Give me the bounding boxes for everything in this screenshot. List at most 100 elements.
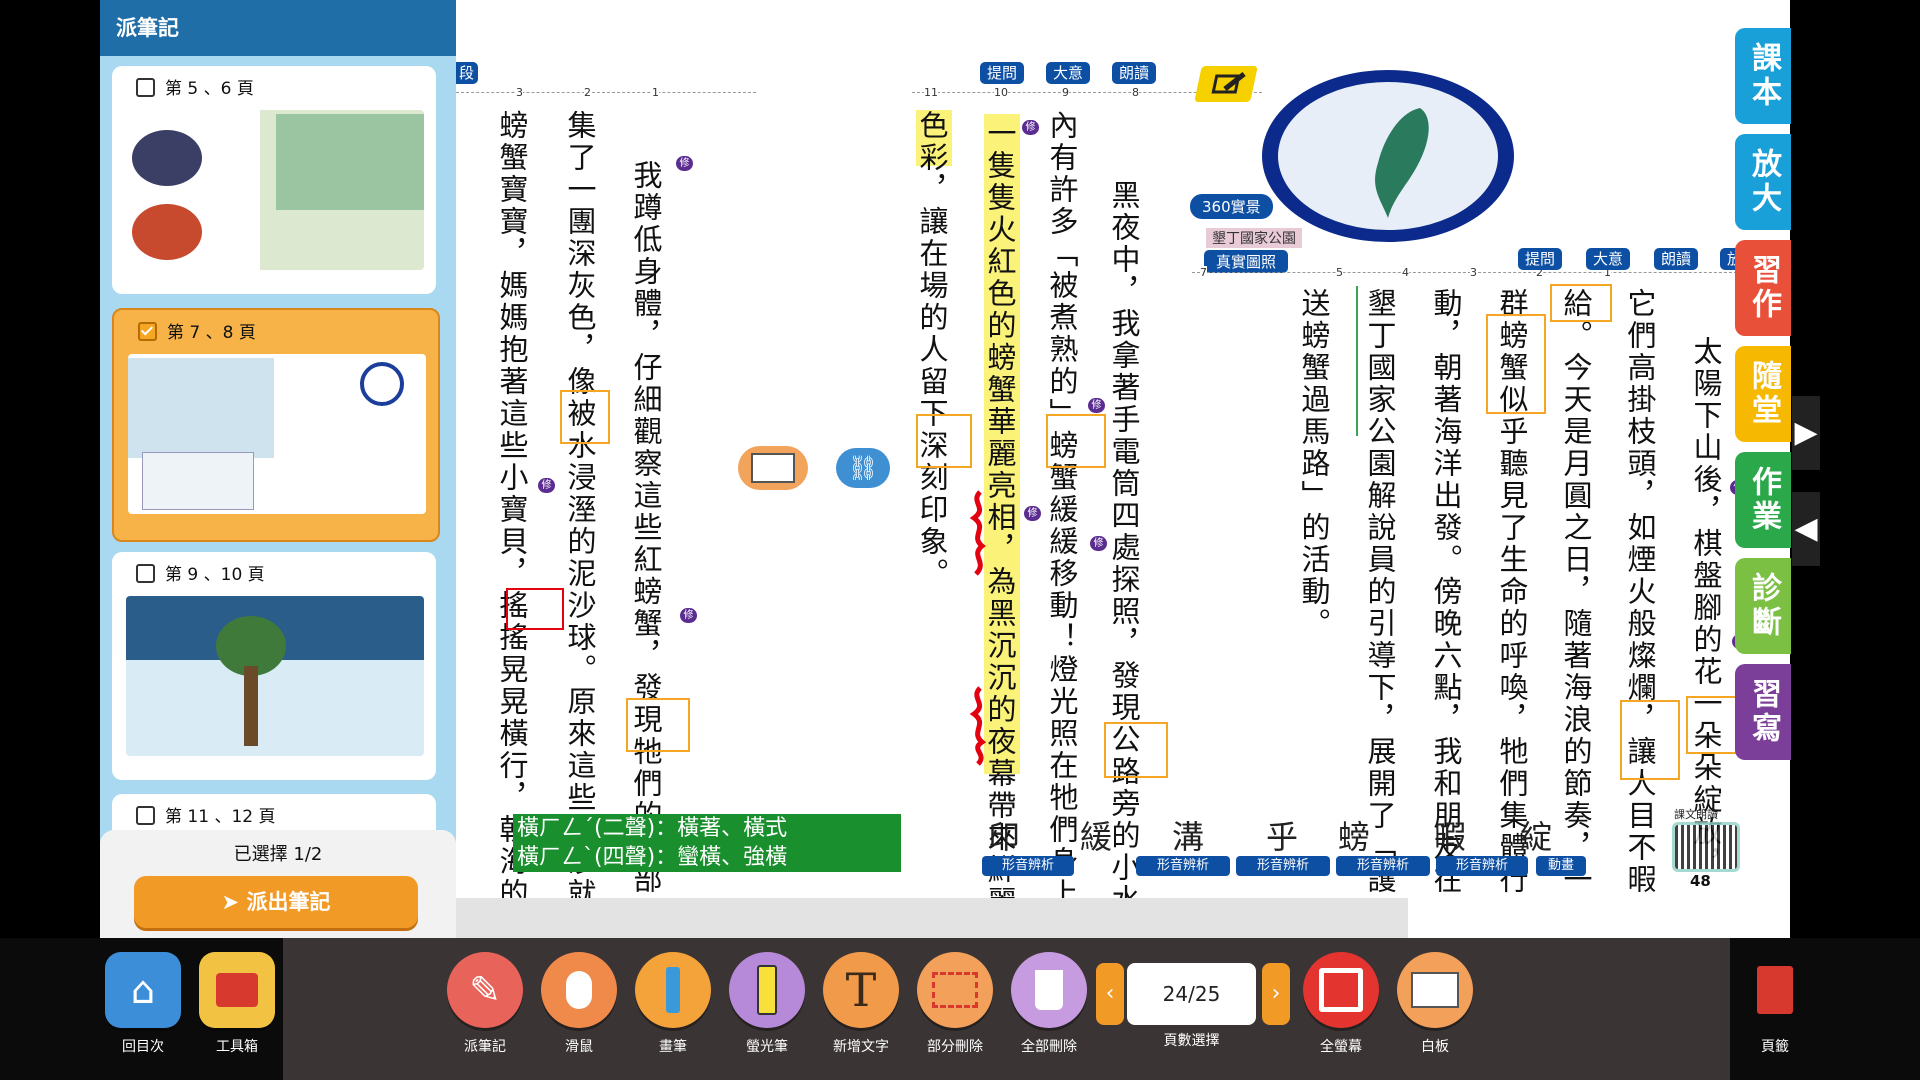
card-label[interactable]: 第 11 、12 頁 <box>136 802 275 827</box>
next-page-arrow-icon[interactable]: ▶ <box>1792 396 1820 470</box>
page-thumbnail[interactable] <box>126 596 424 756</box>
page-scrollbar[interactable] <box>456 898 1408 938</box>
summary-button[interactable]: 大意 <box>1586 248 1631 270</box>
card-label-text: 第 5 、6 頁 <box>165 79 254 99</box>
pen-tool[interactable]: 畫筆 <box>634 952 712 1056</box>
whiteboard-icon[interactable] <box>738 446 808 490</box>
tab-quiz[interactable]: 隨堂 <box>1735 346 1791 442</box>
partial-erase-tool[interactable]: 部分刪除 <box>916 952 994 1056</box>
send-note-tool[interactable]: ✎ 派筆記 <box>446 952 524 1056</box>
glyph-analysis-button[interactable]: 形音辨析 <box>1336 856 1430 876</box>
prev-page-arrow-icon[interactable]: ◀ <box>1792 492 1820 566</box>
glyph-analysis-button[interactable]: 形音辨析 <box>1236 856 1330 876</box>
annotation-mark[interactable]: 修 <box>676 156 693 171</box>
glyph-word[interactable]: 印 <box>988 812 1020 858</box>
ruler-num: 3 <box>516 86 523 99</box>
taiwan-map-illustration[interactable] <box>1260 68 1520 248</box>
glyph-word[interactable]: 綻 <box>1520 812 1552 858</box>
tool-label: 新增文字 <box>833 1039 889 1055</box>
send-note-button[interactable]: ➤ 派出筆記 <box>134 876 418 928</box>
vr-360-button[interactable]: 360實景 <box>1190 194 1273 219</box>
fullscreen-button[interactable]: 全螢幕 <box>1302 952 1380 1056</box>
send-icon: ➤ <box>221 890 247 914</box>
annotation-mark[interactable]: 修 <box>1090 536 1107 551</box>
glyph-word[interactable]: 暇 <box>1434 812 1466 858</box>
card-label[interactable]: 第 7 、8 頁 <box>138 318 256 343</box>
page-thumbnail[interactable] <box>128 354 426 514</box>
text-column: 我蹲低身體，仔細觀察這些紅螃蟹，發現牠們的腹部聚 <box>629 160 663 928</box>
edit-note-icon[interactable] <box>1194 66 1258 102</box>
text-column: 給。今天是月圓之日，隨著海浪的節奏，一 <box>1559 288 1593 896</box>
question-button[interactable]: 提問 <box>1518 248 1563 270</box>
question-button[interactable]: 提問 <box>980 62 1025 84</box>
annotation-mark[interactable]: 修 <box>680 608 697 623</box>
toolbox-button[interactable]: 工具箱 <box>198 952 276 1056</box>
vocab-box[interactable] <box>1550 284 1612 322</box>
tool-label: 派筆記 <box>464 1039 506 1055</box>
glyph-analysis-button[interactable]: 形音辨析 <box>1436 856 1528 876</box>
glyph-word[interactable]: 緩 <box>1080 812 1112 858</box>
ruler-num: 10 <box>994 86 1008 99</box>
annotation-mark[interactable]: 修 <box>1024 506 1041 521</box>
text-column: 色彩，讓在場的人留下深刻印象。 <box>915 110 949 590</box>
ruler-num: 9 <box>1062 86 1069 99</box>
page-card[interactable]: 第 9 、10 頁 <box>112 552 436 780</box>
page-thumbnail[interactable] <box>126 110 424 270</box>
annotation-mark[interactable]: 修 <box>1088 398 1105 413</box>
whiteboard-button[interactable]: 白板 <box>1396 952 1474 1056</box>
paragraph-tag[interactable]: 段 <box>455 62 479 84</box>
bookmark-button[interactable]: 頁籤 <box>1736 952 1814 1056</box>
checkbox[interactable] <box>136 564 155 583</box>
clear-all-tool[interactable]: 全部刪除 <box>1010 952 1088 1056</box>
tab-homework[interactable]: 作業 <box>1735 452 1791 548</box>
tab-textbook[interactable]: 課本 <box>1735 28 1791 124</box>
note-sidebar: 派筆記 第 5 、6 頁 第 7 、8 頁 第 9 、10 頁 第 11 、12… <box>100 0 456 938</box>
eraser-icon <box>917 952 993 1028</box>
animation-button[interactable]: 動畫 <box>1536 856 1586 876</box>
page-prev-button[interactable]: ‹ <box>1096 963 1124 1025</box>
checkbox[interactable] <box>136 78 155 97</box>
vocab-box[interactable] <box>1486 314 1546 414</box>
text-column: 墾丁國家公園解說員的引導下，展開了「護 <box>1363 288 1397 896</box>
highlighter-icon <box>729 952 805 1028</box>
card-label[interactable]: 第 9 、10 頁 <box>136 560 265 585</box>
vocab-box[interactable] <box>560 390 610 444</box>
read-aloud-button[interactable]: 朗讀 <box>1654 248 1699 270</box>
highlighter-tool[interactable]: 螢光筆 <box>728 952 806 1056</box>
home-button[interactable]: ⌂ 回目次 <box>104 952 182 1056</box>
glyph-analysis-button[interactable]: 形音辨析 <box>982 856 1074 876</box>
annotation-mark[interactable]: 修 <box>538 478 555 493</box>
add-text-tool[interactable]: T 新增文字 <box>822 952 900 1056</box>
tab-zoom[interactable]: 放大 <box>1735 134 1791 230</box>
sidebar-title: 派筆記 <box>100 0 456 56</box>
vocab-box[interactable] <box>916 414 972 468</box>
tab-handwriting[interactable]: 習寫 <box>1735 664 1791 760</box>
real-photo-button[interactable]: 真實圖照 <box>1204 250 1289 273</box>
summary-button[interactable]: 大意 <box>1046 62 1091 84</box>
vocab-box[interactable] <box>1620 700 1680 780</box>
annotation-mark[interactable]: 修 <box>1022 120 1039 135</box>
page-selector[interactable]: 24/25 <box>1127 963 1256 1025</box>
ruler-num: 5 <box>1336 266 1343 279</box>
glyph-word[interactable]: 螃 <box>1338 812 1370 858</box>
vocab-box[interactable] <box>626 698 690 752</box>
glyph-word[interactable]: 乎 <box>1266 812 1298 858</box>
tab-diagnosis[interactable]: 診斷 <box>1735 558 1791 654</box>
tab-workbook[interactable]: 習作 <box>1735 240 1791 336</box>
checkbox-checked[interactable] <box>138 322 157 341</box>
qr-code-icon[interactable] <box>1672 822 1740 872</box>
glyph-word[interactable]: 溝 <box>1172 812 1204 858</box>
page-card[interactable]: 第 5 、6 頁 <box>112 66 436 294</box>
mouse-tool[interactable]: 滑鼠 <box>540 952 618 1056</box>
card-label[interactable]: 第 5 、6 頁 <box>136 74 254 99</box>
page-card-selected[interactable]: 第 7 、8 頁 <box>112 308 440 542</box>
vocab-box[interactable] <box>1046 414 1106 468</box>
page-next-button[interactable]: › <box>1262 963 1290 1025</box>
link-icon[interactable]: ⛓ <box>836 448 890 488</box>
ruler-num: 11 <box>924 86 938 99</box>
read-aloud-button[interactable]: 朗讀 <box>1112 62 1157 84</box>
ruler-num: 1 <box>652 86 659 99</box>
glyph-analysis-button[interactable]: 形音辨析 <box>1136 856 1230 876</box>
vocab-box[interactable] <box>1104 722 1168 778</box>
checkbox[interactable] <box>136 806 155 825</box>
